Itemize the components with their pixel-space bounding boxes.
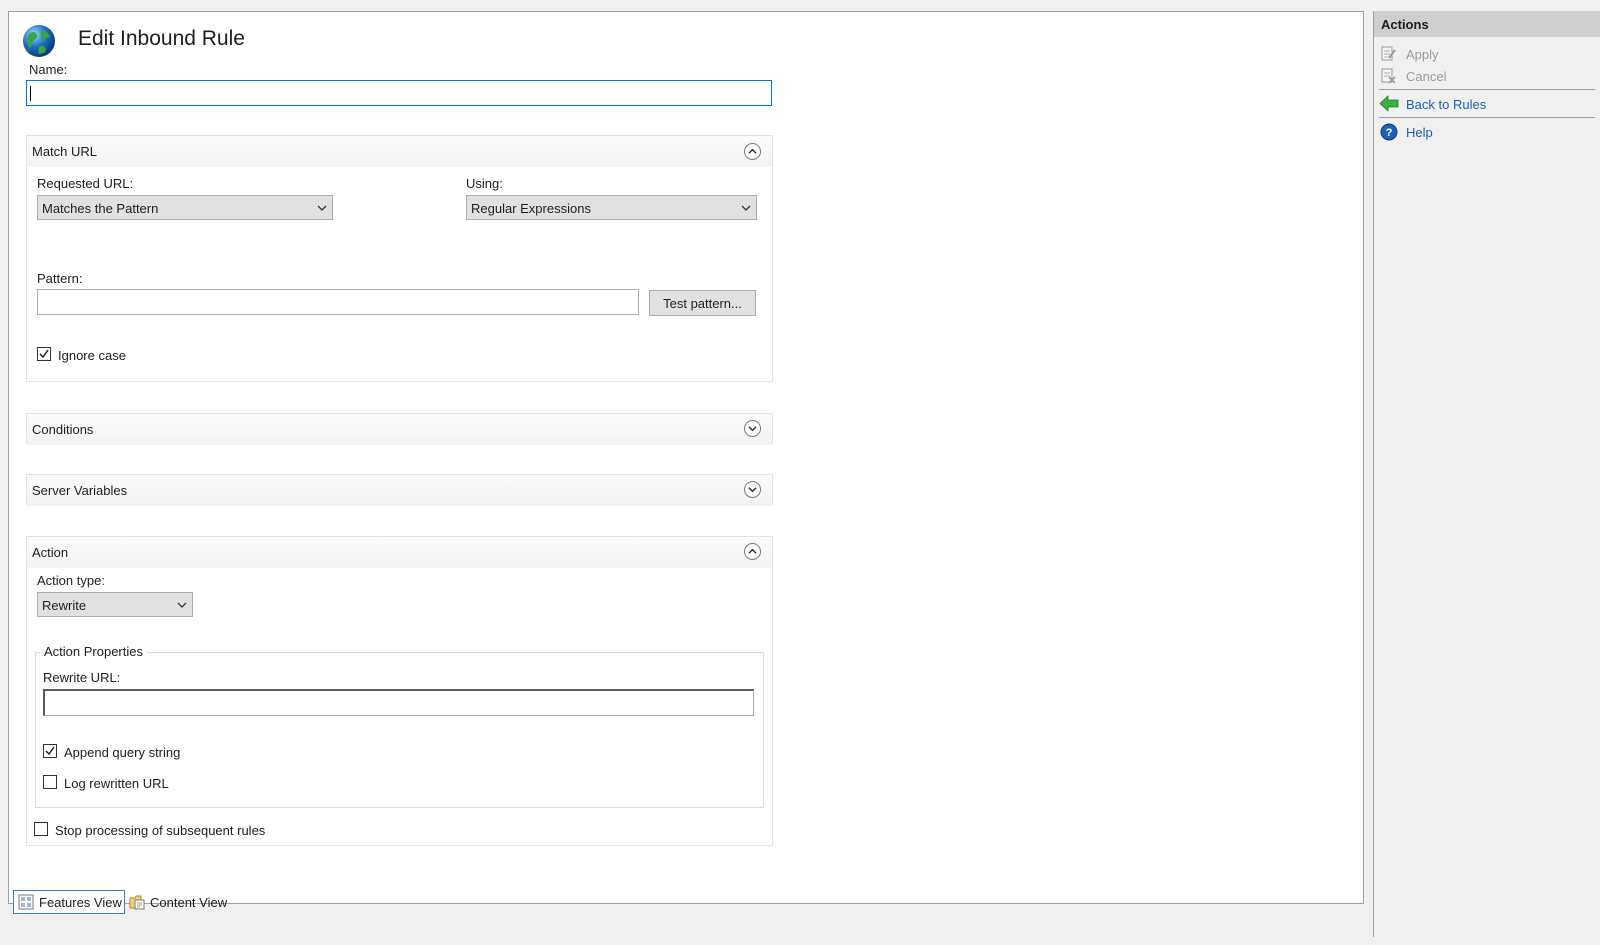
test-pattern-button[interactable]: Test pattern... [649,290,756,316]
using-value: Regular Expressions [471,201,591,216]
globe-icon [23,25,55,57]
collapse-action-button[interactable] [744,543,761,560]
rewrite-url-label: Rewrite URL: [43,670,121,685]
requested-url-select[interactable]: Matches the Pattern [37,195,333,220]
svg-text:?: ? [1386,127,1393,139]
chevron-down-icon [748,426,757,432]
page-title: Edit Inbound Rule [78,27,245,50]
chevron-down-icon [748,487,757,493]
chevron-down-icon [741,205,751,211]
match-url-header[interactable]: Match URL [27,136,772,167]
actions-separator [1379,117,1595,118]
help-link[interactable]: Help [1406,125,1433,140]
chevron-down-icon [177,602,187,608]
conditions-panel: Conditions [26,413,773,445]
chevron-down-icon [317,205,327,211]
append-query-string-checkbox[interactable] [43,744,57,758]
back-to-rules-link[interactable]: Back to Rules [1406,97,1486,112]
stop-processing-label[interactable]: Stop processing of subsequent rules [55,823,265,838]
server-variables-panel: Server Variables [26,474,773,506]
collapse-match-url-button[interactable] [744,143,761,160]
pattern-label: Pattern: [37,271,83,286]
using-select[interactable]: Regular Expressions [466,195,757,220]
append-query-string-label[interactable]: Append query string [64,745,180,760]
expand-server-variables-button[interactable] [744,481,761,498]
action-title: Action [32,545,69,560]
action-type-select[interactable]: Rewrite [37,592,193,617]
requested-url-label: Requested URL: [37,176,134,191]
content-view-label: Content View [150,894,228,910]
back-arrow-icon [1379,95,1399,112]
checkmark-icon [39,349,49,359]
ignore-case-label[interactable]: Ignore case [58,348,126,363]
match-url-title: Match URL [32,144,98,159]
server-variables-title: Server Variables [32,483,128,498]
actions-pane [1373,11,1600,937]
content-view-icon [129,895,145,910]
actions-title: Actions [1381,17,1429,32]
stop-processing-checkbox[interactable] [34,822,48,836]
apply-action[interactable]: Apply [1406,47,1439,62]
checkmark-icon [45,746,55,756]
help-icon: ? [1380,123,1398,141]
log-rewritten-url-label[interactable]: Log rewritten URL [64,776,169,791]
cancel-icon [1381,68,1396,84]
requested-url-value: Matches the Pattern [42,201,159,216]
cancel-action[interactable]: Cancel [1406,69,1446,84]
conditions-title: Conditions [32,422,94,437]
chevron-up-icon [748,148,757,154]
chevron-up-icon [748,548,757,554]
content-view-tab[interactable]: Content View [127,890,239,914]
features-view-tab[interactable]: Features View [13,890,125,914]
pattern-input[interactable] [37,289,639,315]
text-caret [30,86,31,101]
name-label: Name: [29,62,68,77]
features-view-label: Features View [39,894,122,910]
match-url-panel: Match URL [26,135,773,382]
apply-icon [1381,46,1396,61]
actions-separator [1379,89,1595,90]
action-properties-legend: Action Properties [40,644,147,659]
name-input[interactable] [26,80,772,106]
conditions-header[interactable]: Conditions [27,414,772,445]
expand-conditions-button[interactable] [744,420,761,437]
using-label: Using: [466,176,503,191]
ignore-case-checkbox[interactable] [37,347,51,361]
action-header[interactable]: Action [27,537,772,568]
rewrite-url-input[interactable] [43,689,754,716]
server-variables-header[interactable]: Server Variables [27,475,772,506]
action-type-value: Rewrite [42,598,87,613]
action-type-label: Action type: [37,573,105,588]
features-view-icon [18,894,34,910]
log-rewritten-url-checkbox[interactable] [43,775,57,789]
